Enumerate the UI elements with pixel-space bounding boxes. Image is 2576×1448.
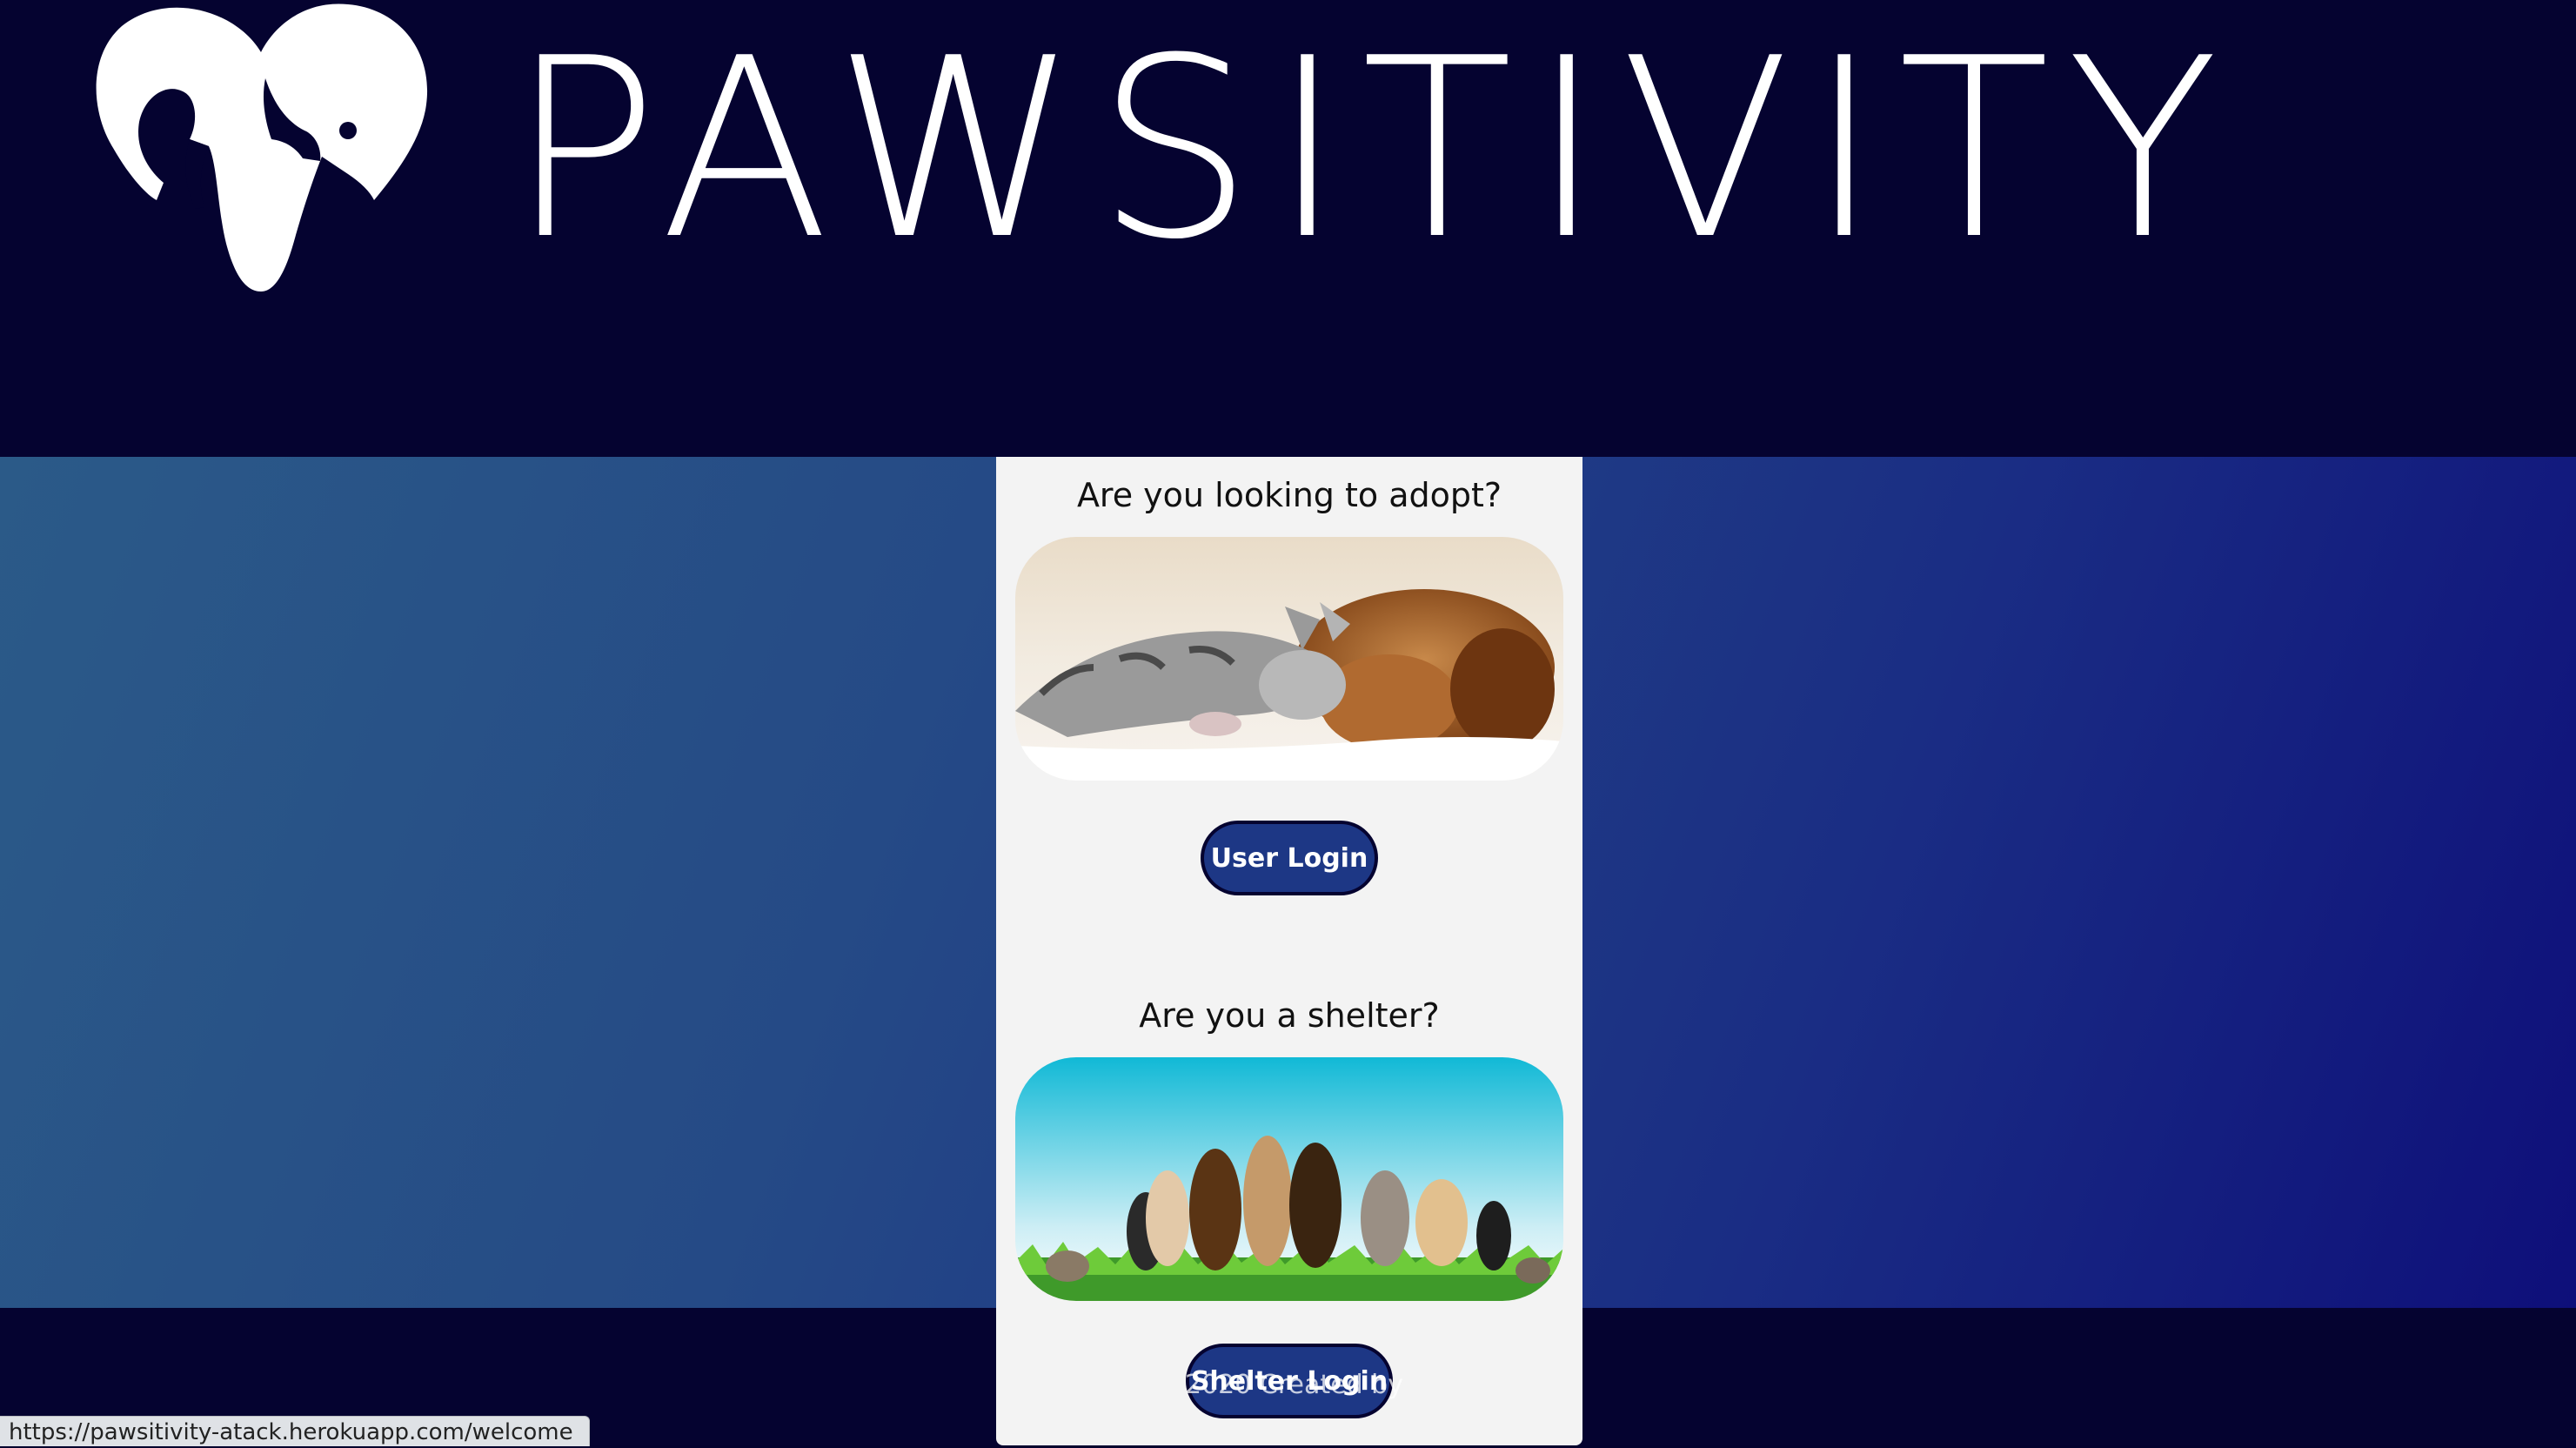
footer-copyright: 2020 Created by bbox=[1185, 1370, 1403, 1400]
adopt-question-heading: Are you looking to adopt? bbox=[1076, 476, 1502, 514]
user-login-button[interactable]: User Login bbox=[1201, 821, 1378, 895]
login-choice-card: Are you looking to adopt? User Login Are… bbox=[996, 457, 1582, 1445]
brand-wordmark[interactable]: PAWSITIVITY bbox=[509, 26, 2236, 274]
site-header: PAWSITIVITY bbox=[0, 0, 2576, 457]
kitten-puppy-image bbox=[1015, 537, 1563, 781]
status-bar-url: https://pawsitivity-atack.herokuapp.com/… bbox=[0, 1416, 590, 1446]
dog-cat-heart-logo-icon[interactable] bbox=[87, 0, 435, 296]
shelter-animals-image bbox=[1015, 1057, 1563, 1301]
shelter-question-heading: Are you a shelter? bbox=[1139, 996, 1440, 1035]
